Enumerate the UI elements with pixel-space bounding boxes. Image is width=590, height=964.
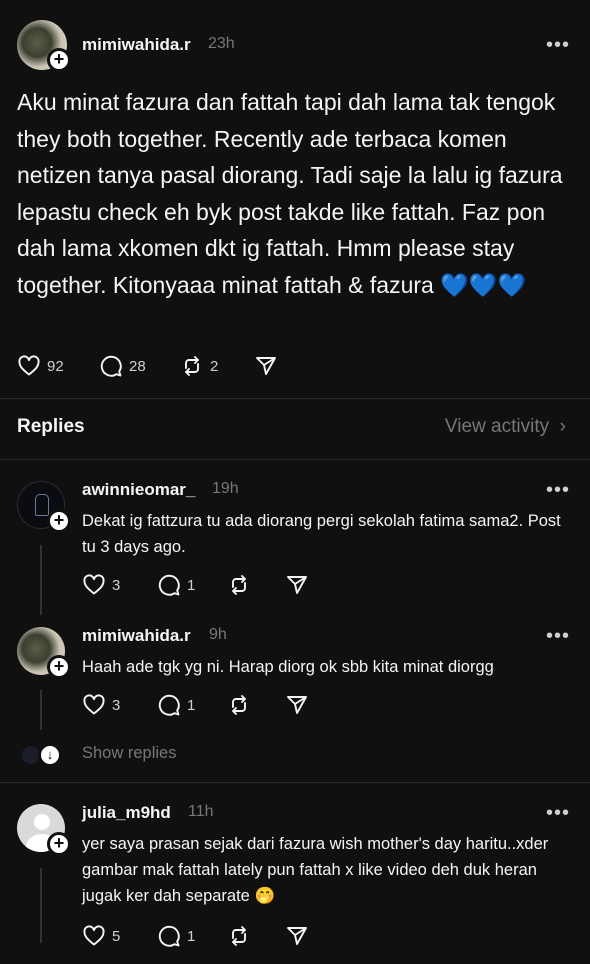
comment-button[interactable]: 1: [157, 924, 195, 948]
like-button[interactable]: 5: [82, 924, 120, 948]
share-icon: [287, 696, 307, 714]
comment-count: 1: [187, 696, 196, 714]
comment-icon: [158, 925, 180, 947]
post-body: Aku minat fazura dan fattah tapi dah lam…: [17, 84, 577, 303]
share-button[interactable]: [254, 354, 278, 378]
heart-icon: [83, 925, 105, 946]
arrow-down-icon[interactable]: ↓: [38, 743, 62, 767]
reply-timestamp: 19h: [212, 480, 239, 497]
comment-button[interactable]: 1: [157, 693, 195, 717]
reply-username[interactable]: awinnieomar_: [82, 480, 195, 500]
share-button[interactable]: [285, 924, 309, 948]
share-icon: [256, 357, 276, 375]
more-options-icon[interactable]: •••: [546, 803, 570, 823]
more-options-icon[interactable]: •••: [546, 626, 570, 646]
thread-line: [40, 690, 42, 730]
comment-icon: [158, 574, 180, 596]
repost-button[interactable]: [227, 924, 251, 948]
chevron-right-icon: ›: [554, 416, 566, 437]
comment-count: 1: [187, 927, 196, 945]
follow-plus-icon[interactable]: +: [47, 48, 71, 72]
repost-button[interactable]: [227, 573, 251, 597]
replies-title: Replies: [17, 416, 85, 437]
like-button[interactable]: 92: [17, 354, 64, 378]
emoji: 🤭: [254, 887, 276, 905]
reply-username[interactable]: julia_m9hd: [82, 803, 171, 823]
post-timestamp: 23h: [208, 35, 235, 52]
thread-line: [40, 868, 42, 943]
post-author-username[interactable]: mimiwahida.r: [82, 35, 191, 55]
thread-line: [40, 545, 42, 615]
reply-text-content: yer saya prasan sejak dari fazura wish m…: [82, 835, 549, 905]
repost-button[interactable]: 2: [180, 354, 218, 378]
repost-icon: [185, 356, 199, 376]
like-button[interactable]: 3: [82, 573, 120, 597]
comment-count: 1: [187, 576, 196, 594]
like-count: 92: [47, 357, 64, 375]
repost-icon: [232, 575, 246, 595]
reply-timestamp: 9h: [209, 626, 227, 643]
share-button[interactable]: [285, 573, 309, 597]
divider: [0, 398, 590, 399]
show-replies-link[interactable]: Show replies: [82, 744, 176, 763]
share-icon: [287, 576, 307, 594]
comment-icon: [158, 694, 180, 716]
repost-count: 2: [210, 357, 219, 375]
heart-icon: [18, 355, 40, 376]
reply-text: Haah ade tgk yg ni. Harap diorg ok sbb k…: [82, 658, 494, 676]
view-activity-link[interactable]: View activity ›: [445, 416, 566, 438]
reply-text: yer saya prasan sejak dari fazura wish m…: [82, 831, 562, 909]
comment-button[interactable]: 1: [157, 573, 195, 597]
share-button[interactable]: [285, 693, 309, 717]
comment-icon: [100, 355, 122, 377]
heart-icon: [83, 694, 105, 715]
repost-button[interactable]: [227, 693, 251, 717]
repost-icon: [232, 695, 246, 715]
heart-icon: [83, 574, 105, 595]
more-options-icon[interactable]: •••: [546, 480, 570, 500]
reply-username[interactable]: mimiwahida.r: [82, 626, 191, 646]
like-count: 3: [112, 696, 121, 714]
repost-icon: [232, 926, 246, 946]
follow-plus-icon[interactable]: +: [47, 832, 71, 856]
comment-button[interactable]: 28: [99, 354, 146, 378]
view-activity-label: View activity: [444, 416, 550, 437]
blue-hearts-emoji: 💙💙💙: [440, 271, 527, 298]
comment-count: 28: [129, 357, 146, 375]
reply-timestamp: 11h: [188, 803, 214, 820]
divider: [0, 782, 590, 783]
follow-plus-icon[interactable]: +: [47, 509, 71, 533]
follow-plus-icon[interactable]: +: [47, 655, 71, 679]
like-count: 5: [112, 927, 121, 945]
share-icon: [287, 927, 307, 945]
more-options-icon[interactable]: •••: [546, 35, 570, 55]
like-button[interactable]: 3: [82, 693, 120, 717]
reply-text: Dekat ig fattzura tu ada diorang pergi s…: [82, 512, 561, 556]
like-count: 3: [112, 576, 121, 594]
post-text: Aku minat fazura dan fattah tapi dah lam…: [17, 89, 563, 298]
divider: [0, 459, 590, 460]
